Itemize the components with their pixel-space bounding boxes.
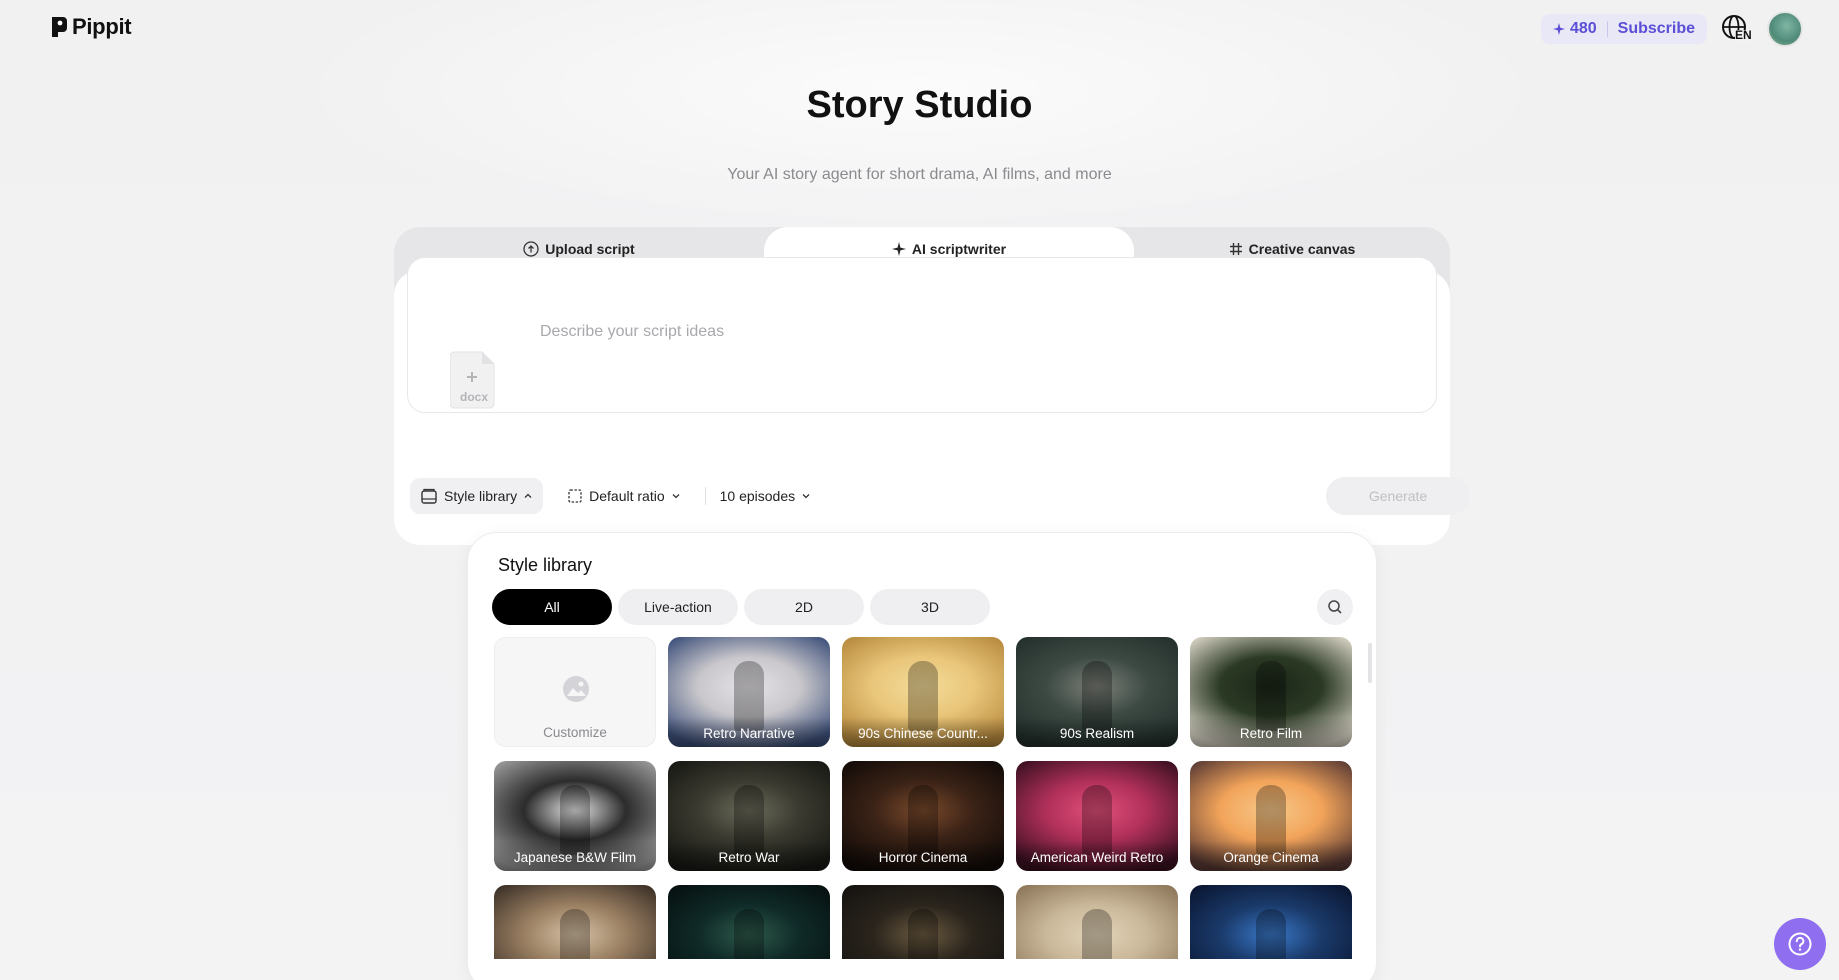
- style-search-button[interactable]: [1317, 589, 1353, 625]
- credits-subscribe-pill: 480 Subscribe: [1540, 14, 1707, 44]
- style-tile-label: 90s Realism: [1016, 717, 1178, 747]
- style-tile-style-12[interactable]: [842, 885, 1004, 959]
- style-library-label: Style library: [444, 488, 518, 504]
- style-tile-horror-cinema[interactable]: Horror Cinema: [842, 761, 1004, 871]
- style-tile-label: Horror Cinema: [842, 841, 1004, 871]
- brand-logo[interactable]: Pippit: [50, 14, 132, 40]
- credits-count: 480: [1569, 20, 1597, 37]
- style-tile-japanese-b-w-film[interactable]: Japanese B&W Film: [494, 761, 656, 871]
- tab-label: Creative canvas: [1248, 241, 1356, 257]
- style-tile-style-14[interactable]: [1190, 885, 1352, 959]
- sparkle-icon: [891, 242, 906, 256]
- page-title: Story Studio: [806, 84, 1033, 126]
- subscribe-button[interactable]: Subscribe: [1618, 20, 1695, 38]
- style-tile-style-10[interactable]: [494, 885, 656, 959]
- page-subtitle: Your AI story agent for short drama, AI …: [727, 166, 1112, 183]
- brand-name: Pippit: [72, 14, 132, 39]
- style-tile-label: Japanese B&W Film: [494, 841, 656, 871]
- style-tile-label: 90s Chinese Countr...: [842, 717, 1004, 747]
- filter-chip-live-action[interactable]: Live-action: [618, 589, 738, 625]
- style-grid: Customize Retro Narrative 90s Chinese Coun…: [494, 637, 1374, 959]
- style-tile-retro-narrative[interactable]: Retro Narrative: [668, 637, 830, 747]
- question-circle-icon: [1788, 932, 1812, 956]
- search-icon: [1328, 600, 1342, 614]
- ratio-frame-icon: [568, 489, 582, 503]
- top-actions: 480 Subscribe EN: [1540, 11, 1803, 47]
- style-thumbnail-image: [1256, 909, 1286, 959]
- language-code: EN: [1735, 28, 1752, 42]
- filter-chip-all[interactable]: All: [492, 589, 612, 625]
- ratio-label: Default ratio: [589, 488, 665, 504]
- chevron-down-icon: [672, 494, 680, 499]
- pill-divider: [1606, 21, 1608, 37]
- style-thumbnail-image: [1082, 909, 1112, 959]
- credits-balance[interactable]: 480: [1552, 20, 1597, 38]
- pippit-logo-icon: [50, 15, 68, 39]
- style-tile-retro-war[interactable]: Retro War: [668, 761, 830, 871]
- aspect-ratio-dropdown[interactable]: Default ratio: [557, 478, 690, 514]
- docx-upload-button[interactable]: docx: [449, 348, 498, 410]
- style-tile-label: Retro War: [668, 841, 830, 871]
- filter-chip-2d[interactable]: 2D: [744, 589, 864, 625]
- add-image-icon: [561, 674, 591, 709]
- style-tile-retro-film[interactable]: Retro Film: [1190, 637, 1352, 747]
- composer-controls: Style library Default ratio 10 episodes: [410, 478, 821, 514]
- style-tile-90s-chinese-countr[interactable]: 90s Chinese Countr...: [842, 637, 1004, 747]
- hash-grid-icon: [1229, 243, 1242, 255]
- episodes-dropdown[interactable]: 10 episodes: [720, 478, 822, 514]
- customize-style-tile[interactable]: Customize: [494, 637, 656, 747]
- style-library-title: Style library: [498, 555, 593, 575]
- style-tile-label: Retro Film: [1190, 717, 1352, 747]
- style-filter-chips: All Live-action 2D 3D: [492, 589, 990, 625]
- upload-circle-icon: [523, 241, 539, 257]
- chevron-up-icon: [524, 493, 532, 498]
- style-book-icon: [421, 488, 437, 504]
- tab-label: Upload script: [545, 241, 635, 257]
- language-selector[interactable]: EN: [1721, 14, 1753, 44]
- chevron-down-icon: [802, 494, 810, 499]
- avatar[interactable]: [1767, 11, 1803, 47]
- style-tile-orange-cinema[interactable]: Orange Cinema: [1190, 761, 1352, 871]
- docx-label: docx: [459, 390, 488, 404]
- style-tile-style-13[interactable]: [1016, 885, 1178, 959]
- filter-chip-3d[interactable]: 3D: [870, 589, 990, 625]
- style-thumbnail-image: [734, 909, 764, 959]
- style-library-dropdown[interactable]: Style library: [410, 478, 544, 514]
- style-tile-label: Retro Narrative: [668, 717, 830, 747]
- style-thumbnail-image: [908, 909, 938, 959]
- style-tile-label: American Weird Retro: [1016, 841, 1178, 871]
- style-tile-90s-realism[interactable]: 90s Realism: [1016, 637, 1178, 747]
- sparkle-icon: [1552, 23, 1565, 35]
- style-tile-style-11[interactable]: [668, 885, 830, 959]
- tab-label: AI scriptwriter: [911, 241, 1007, 257]
- style-tile-label: Customize: [543, 725, 607, 740]
- controls-divider: [704, 487, 706, 505]
- episodes-label: 10 episodes: [719, 488, 796, 504]
- style-tile-label: Orange Cinema: [1190, 841, 1352, 871]
- style-thumbnail-image: [560, 909, 590, 959]
- script-idea-input[interactable]: [540, 318, 1420, 346]
- generate-button[interactable]: Generate: [1326, 477, 1470, 515]
- style-library-panel: Style library All Live-action 2D 3D Cust…: [467, 532, 1377, 980]
- help-button[interactable]: [1774, 918, 1826, 970]
- style-tile-american-weird-retro[interactable]: American Weird Retro: [1016, 761, 1178, 871]
